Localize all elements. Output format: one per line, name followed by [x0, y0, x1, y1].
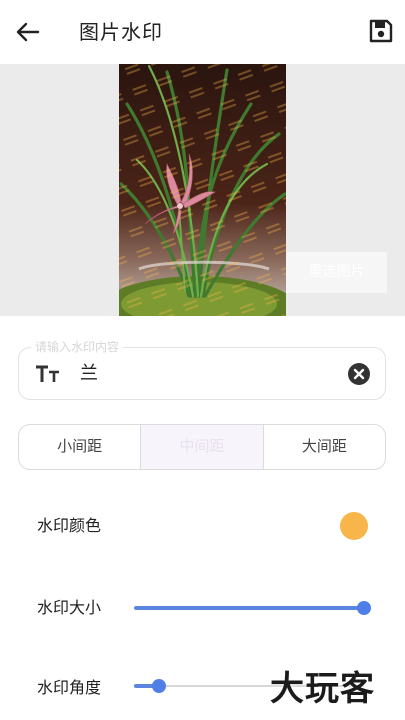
watermark-text-field[interactable]: 请输入水印内容 兰	[18, 339, 386, 400]
slider-thumb[interactable]	[152, 679, 167, 693]
brand-logo: 大玩客	[270, 669, 375, 709]
spacing-segmented-control: 小间距 中间距 大间距	[18, 424, 386, 470]
watermark-color-swatch[interactable]	[340, 512, 368, 540]
text-size-icon	[36, 365, 59, 382]
slider-thumb[interactable]	[357, 601, 371, 615]
image-preview: 重选图片	[0, 64, 405, 316]
watermark-color-label: 水印颜色	[37, 516, 102, 535]
app-header: 图片水印	[0, 0, 405, 64]
page-title: 图片水印	[79, 20, 163, 44]
watermark-size-label: 水印大小	[37, 598, 102, 617]
spacing-small-option[interactable]: 小间距	[19, 425, 140, 469]
watermark-text-placeholder: 请输入水印内容	[31, 339, 124, 355]
watermark-angle-label: 水印角度	[37, 678, 102, 697]
floppy-disk-icon[interactable]	[368, 18, 394, 44]
photo-illustration	[119, 64, 286, 316]
watermark-size-slider[interactable]	[134, 601, 371, 615]
orchid-photo	[119, 64, 286, 316]
arrow-left-icon[interactable]	[14, 18, 42, 46]
watermark-text-value[interactable]: 兰	[80, 361, 98, 387]
spacing-medium-option[interactable]: 中间距	[140, 425, 263, 469]
reselect-image-button[interactable]: 重选图片	[286, 252, 387, 293]
slider-fill	[134, 606, 364, 610]
spacing-large-option[interactable]: 大间距	[262, 425, 385, 469]
clear-circle-icon[interactable]	[347, 362, 371, 386]
